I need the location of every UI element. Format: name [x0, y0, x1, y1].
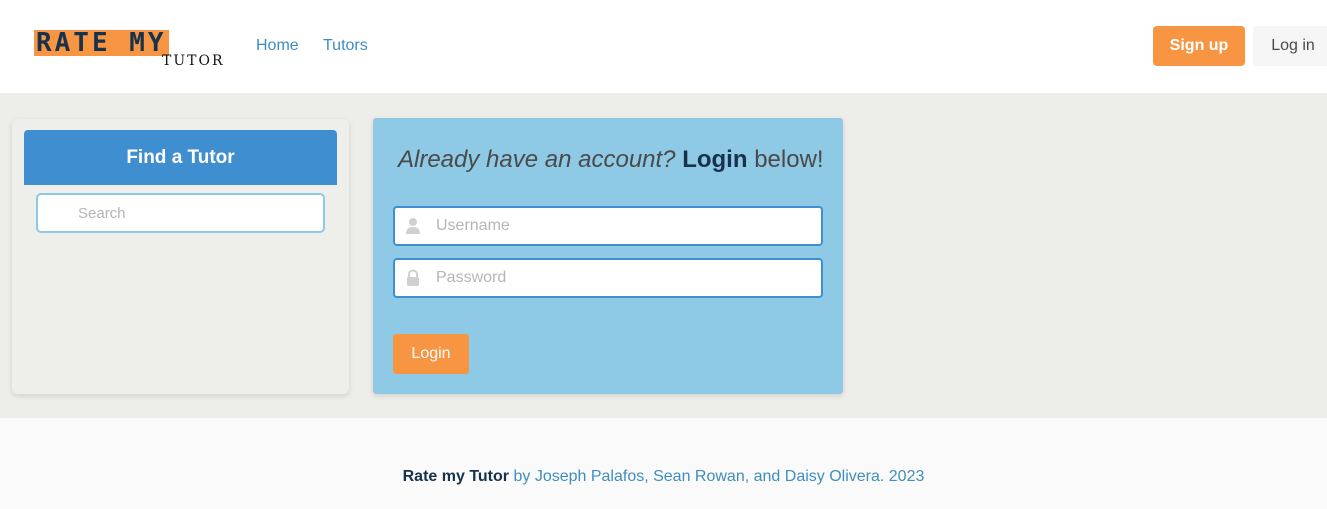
main-section: Find a Tutor Already have an account? Lo… — [0, 93, 1327, 418]
login-card: Already have an account? Login below! Lo… — [373, 118, 843, 394]
username-input[interactable] — [393, 206, 823, 246]
footer-text: Rate my Tutor by Joseph Palafos, Sean Ro… — [0, 468, 1327, 486]
logo-text-top: RATE MY — [34, 28, 169, 58]
logo-text-bottom: TUTOR — [162, 53, 225, 69]
logo[interactable]: RATE MY TUTOR — [34, 30, 234, 70]
login-heading-strong: Login — [682, 146, 748, 173]
find-tutor-card: Find a Tutor — [12, 119, 349, 394]
footer-brand: Rate my Tutor — [402, 468, 510, 485]
lock-icon — [407, 269, 419, 286]
nav-link-home[interactable]: Home — [256, 37, 299, 55]
login-heading: Already have an account? Login below! — [398, 146, 824, 174]
nav-link-tutors[interactable]: Tutors — [323, 37, 368, 55]
user-icon — [406, 218, 420, 234]
navbar: RATE MY TUTOR Home Tutors Sign up Log in — [0, 0, 1327, 93]
login-nav-button[interactable]: Log in — [1253, 26, 1327, 66]
find-tutor-title: Find a Tutor — [24, 130, 337, 185]
footer: Rate my Tutor by Joseph Palafos, Sean Ro… — [0, 418, 1327, 509]
username-field — [393, 206, 823, 246]
password-input[interactable] — [393, 258, 823, 298]
signup-button[interactable]: Sign up — [1153, 26, 1245, 66]
login-heading-tail: below! — [754, 146, 824, 173]
search-input[interactable] — [36, 193, 325, 233]
login-submit-button[interactable]: Login — [393, 334, 469, 374]
search-field — [36, 193, 325, 233]
password-field — [393, 258, 823, 298]
footer-credits: by Joseph Palafos, Sean Rowan, and Daisy… — [513, 468, 925, 485]
login-heading-question: Already have an account? — [398, 146, 676, 173]
